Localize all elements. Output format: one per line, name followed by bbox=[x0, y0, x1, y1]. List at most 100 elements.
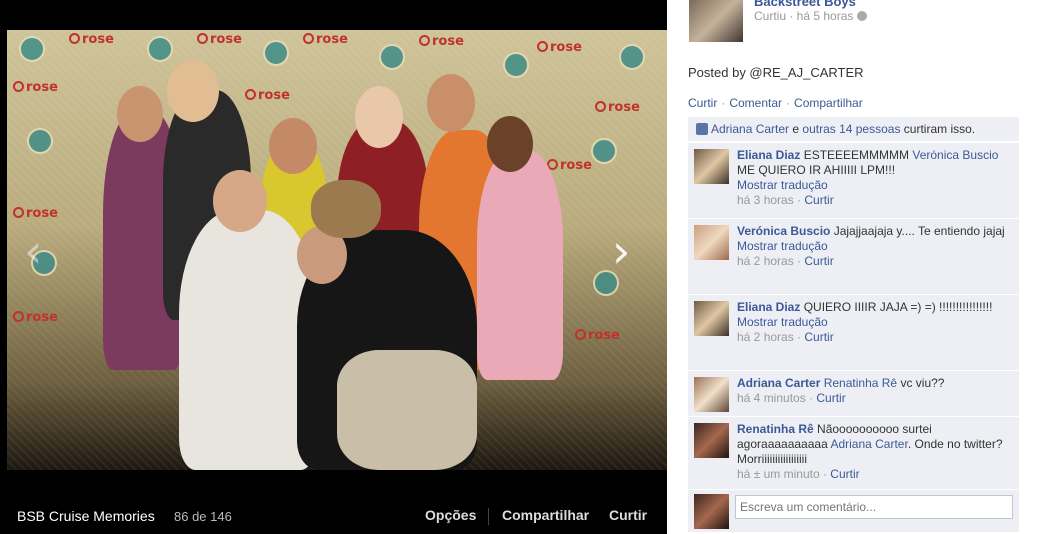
commenter-avatar[interactable] bbox=[694, 225, 729, 260]
comment-time: há 2 horas bbox=[737, 254, 794, 268]
comment-meta: há ± um minuto · Curtir bbox=[737, 467, 860, 481]
translate-link[interactable]: Mostrar tradução bbox=[737, 239, 828, 253]
album-title[interactable]: BSB Cruise Memories bbox=[17, 508, 155, 524]
backdrop-logo: rose bbox=[303, 32, 348, 47]
comment: Verónica Buscio Jajajjaajaja y.... Te en… bbox=[688, 218, 1019, 294]
viewer-footer: BSB Cruise Memories 86 de 146 Opções Com… bbox=[0, 500, 667, 534]
backdrop-emblem bbox=[147, 36, 173, 62]
liker-name[interactable]: Adriana Carter bbox=[711, 122, 789, 136]
backdrop-emblem bbox=[19, 36, 45, 62]
commenter-avatar[interactable] bbox=[694, 301, 729, 336]
commenter-avatar[interactable] bbox=[694, 149, 729, 184]
divider bbox=[488, 508, 489, 525]
next-arrow-icon[interactable]: › bbox=[612, 228, 630, 274]
comment-author[interactable]: Verónica Buscio bbox=[737, 224, 830, 238]
translate-link[interactable]: Mostrar tradução bbox=[737, 315, 828, 329]
comment-author[interactable]: Eliana Diaz bbox=[737, 300, 800, 314]
comment-author[interactable]: Renatinha Rê bbox=[737, 422, 814, 436]
backdrop-emblem bbox=[591, 138, 617, 164]
backdrop-logo: rose bbox=[197, 32, 242, 47]
comment-input[interactable] bbox=[735, 495, 1013, 519]
backdrop-logo: rose bbox=[547, 158, 592, 173]
backdrop-emblem bbox=[619, 44, 645, 70]
share-button[interactable]: Compartilhar bbox=[502, 507, 589, 523]
comment-like-link[interactable]: Curtir bbox=[804, 193, 833, 207]
translate-link[interactable]: Mostrar tradução bbox=[737, 178, 828, 192]
photo-viewer: rose rose rose rose rose rose rose rose … bbox=[0, 0, 667, 534]
separator: · bbox=[721, 96, 726, 110]
comment-meta: há 4 minutos · Curtir bbox=[737, 391, 846, 405]
comment-link[interactable]: Comentar bbox=[729, 96, 782, 110]
likers-others[interactable]: outras 14 pessoas bbox=[802, 122, 900, 136]
comment-text: vc viu?? bbox=[897, 376, 945, 390]
separator: · bbox=[786, 96, 791, 110]
comment-text: Jajajjaajaja y.... Te entiendo jajaj bbox=[830, 224, 1005, 238]
face bbox=[117, 86, 163, 142]
backdrop-logo: rose bbox=[13, 80, 58, 95]
comment-like-link[interactable]: Curtir bbox=[804, 330, 833, 344]
share-link[interactable]: Compartilhar bbox=[794, 96, 863, 110]
photo-position: 86 de 146 bbox=[174, 509, 232, 524]
comment-like-link[interactable]: Curtir bbox=[804, 254, 833, 268]
backdrop-emblem bbox=[263, 40, 289, 66]
photo[interactable]: rose rose rose rose rose rose rose rose … bbox=[7, 30, 667, 470]
like-button[interactable]: Curtir bbox=[609, 507, 647, 523]
comment-author[interactable]: Adriana Carter bbox=[737, 376, 820, 390]
owner-meta: Curtiu · há 5 horas bbox=[754, 9, 867, 23]
post-actions: Curtir · Comentar · Compartilhar bbox=[688, 96, 863, 110]
sidebar: Backstreet Boys Curtiu · há 5 horas Post… bbox=[667, 0, 1042, 534]
comment-text: QUIERO IIIIR JAJA =) =) !!!!!!!!!!!!!!!! bbox=[800, 300, 993, 314]
comment-meta: há 2 horas · Curtir bbox=[737, 330, 834, 344]
comment-mention[interactable]: Adriana Carter bbox=[830, 437, 907, 451]
likes-joiner: e bbox=[789, 122, 803, 136]
likes-summary: Adriana Carter e outras 14 pessoas curti… bbox=[688, 117, 1019, 141]
comment-like-link[interactable]: Curtir bbox=[816, 391, 845, 405]
comment: Eliana Diaz QUIERO IIIIR JAJA =) =) !!!!… bbox=[688, 294, 1019, 370]
comment-text: ESTEEEEMMMMM bbox=[800, 148, 913, 162]
backdrop-logo: rose bbox=[13, 310, 58, 325]
commenter-avatar[interactable] bbox=[694, 423, 729, 458]
post-caption: Posted by @RE_AJ_CARTER bbox=[688, 65, 864, 80]
face bbox=[213, 170, 267, 232]
options-button[interactable]: Opções bbox=[425, 507, 476, 523]
comment-time: há 3 horas bbox=[737, 193, 794, 207]
likes-suffix: curtiram isso. bbox=[900, 122, 976, 136]
backdrop-logo: rose bbox=[419, 34, 464, 49]
owner-meta-text: Curtiu · há 5 horas bbox=[754, 9, 854, 23]
comment-like-link[interactable]: Curtir bbox=[830, 467, 859, 481]
comment-time: há 2 horas bbox=[737, 330, 794, 344]
backdrop-emblem bbox=[379, 44, 405, 70]
comment: Adriana Carter Renatinha Rê vc viu?? há … bbox=[688, 370, 1019, 416]
backdrop-logo: rose bbox=[69, 32, 114, 47]
face bbox=[167, 60, 219, 122]
comment-mention[interactable]: Verónica Buscio bbox=[912, 148, 998, 162]
backdrop-emblem bbox=[503, 52, 529, 78]
comment-mention[interactable]: Renatinha Rê bbox=[824, 376, 897, 390]
backdrop-emblem bbox=[27, 128, 53, 154]
face bbox=[427, 74, 475, 132]
backdrop-logo: rose bbox=[595, 100, 640, 115]
globe-icon bbox=[856, 11, 867, 21]
owner-avatar[interactable] bbox=[689, 0, 743, 42]
like-link[interactable]: Curtir bbox=[688, 96, 717, 110]
comment: Renatinha Rê Nãoooooooooo surtei agoraaa… bbox=[688, 416, 1019, 489]
comment-time: há 4 minutos bbox=[737, 391, 806, 405]
comment-meta: há 2 horas · Curtir bbox=[737, 254, 834, 268]
current-user-avatar bbox=[694, 494, 729, 529]
backdrop-logo: rose bbox=[537, 40, 582, 55]
comment-time: há ± um minuto bbox=[737, 467, 820, 481]
face bbox=[487, 116, 533, 172]
previous-arrow-icon[interactable]: ‹ bbox=[24, 228, 42, 274]
comment-text: ME QUIERO IR AHIIIII LPM!!! bbox=[737, 163, 896, 177]
face bbox=[311, 180, 381, 238]
comment-composer bbox=[688, 489, 1019, 532]
person-figure bbox=[477, 150, 563, 380]
face bbox=[355, 86, 403, 148]
backdrop-logo: rose bbox=[13, 206, 58, 221]
comment-author[interactable]: Eliana Diaz bbox=[737, 148, 800, 162]
owner-name[interactable]: Backstreet Boys bbox=[754, 0, 856, 9]
backdrop-logo: rose bbox=[245, 88, 290, 103]
thumbs-up-icon bbox=[696, 123, 708, 135]
commenter-avatar[interactable] bbox=[694, 377, 729, 412]
backdrop-logo: rose bbox=[575, 328, 620, 343]
